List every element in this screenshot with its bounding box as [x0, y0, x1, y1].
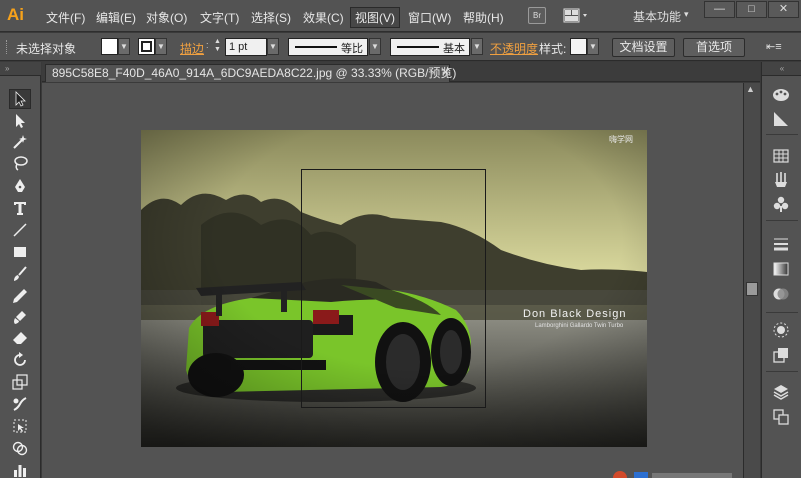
document-tab[interactable]: 895C58E8_F40D_46A0_914A_6DC9AEDA8C22.jpg…	[45, 64, 456, 82]
menu-object[interactable]: 对象(O)	[146, 9, 187, 26]
pen-tool-icon[interactable]	[9, 176, 31, 196]
brand-text: Don Black Design	[523, 308, 627, 320]
stroke-weight-dropdown[interactable]: ▼	[267, 38, 279, 55]
document-setup-button[interactable]: 文档设置	[612, 38, 675, 57]
artboard-image[interactable]: 嗨学网 Don Black Design Lamborghini Gallard…	[141, 130, 647, 447]
menu-window[interactable]: 窗口(W)	[408, 9, 451, 26]
watermark-logo	[613, 471, 732, 478]
stroke-swatch[interactable]	[138, 38, 155, 55]
eraser-tool-icon[interactable]	[9, 328, 31, 348]
maximize-button[interactable]: □	[736, 1, 767, 18]
fill-swatch[interactable]	[101, 38, 118, 55]
opacity-label[interactable]: 不透明度	[490, 40, 538, 57]
colon: :	[206, 40, 209, 50]
stroke-panel-icon[interactable]	[770, 234, 792, 254]
magic-wand-tool-icon[interactable]	[9, 132, 31, 152]
fill-dropdown[interactable]: ▼	[118, 38, 130, 55]
close-button[interactable]: ✕	[768, 1, 799, 18]
stroke-dropdown[interactable]: ▼	[155, 38, 167, 55]
canvas-area[interactable]: 嗨学网 Don Black Design Lamborghini Gallard…	[42, 83, 743, 478]
panel-menu-icon[interactable]: ⇤≡	[766, 40, 782, 53]
gradient-panel-icon[interactable]	[770, 259, 792, 279]
graphic-style-dropdown[interactable]: ▼	[587, 38, 599, 55]
stroke-weight-stepper[interactable]: ▲ ▼	[212, 38, 223, 56]
paintbrush-tool-icon[interactable]	[9, 264, 31, 284]
variable-width-profile[interactable]: 等比	[288, 38, 368, 56]
control-bar: 未选择对象 ▼ ▼ 描边 : ▲ ▼ 1 pt ▼ 等比 ▼ 基本 ▼ 不透明度 …	[0, 33, 801, 61]
scale-tool-icon[interactable]	[9, 372, 31, 392]
profile-label: 等比	[341, 43, 363, 55]
close-tab-icon[interactable]: ✕	[441, 65, 450, 81]
style-label: 样式:	[539, 42, 567, 56]
control-bar-grip[interactable]	[6, 40, 9, 54]
menu-view[interactable]: 视图(V)	[350, 7, 400, 28]
artboard-bounds[interactable]	[301, 169, 486, 408]
menu-help[interactable]: 帮助(H)	[463, 9, 504, 26]
menu-bar: Ai 文件(F) 编辑(E) 对象(O) 文字(T) 选择(S) 效果(C) 视…	[0, 0, 801, 32]
panel-dock: «	[761, 62, 801, 478]
direct-selection-tool-icon[interactable]	[9, 111, 31, 131]
selection-tool-icon[interactable]	[9, 89, 31, 109]
menu-select[interactable]: 选择(S)	[251, 9, 291, 26]
brush-definition[interactable]: 基本	[390, 38, 470, 56]
tools-panel-collapse-icon[interactable]: »	[0, 62, 41, 76]
line-segment-tool-icon[interactable]	[9, 220, 31, 240]
brand-subtext: Lamborghini Gallardo Twin Turbo	[535, 323, 624, 329]
warp-tool-icon[interactable]	[9, 394, 31, 414]
lasso-tool-icon[interactable]	[9, 153, 31, 173]
workspace-switcher[interactable]: 基本功能	[633, 8, 681, 25]
brush-dropdown[interactable]: ▼	[471, 38, 483, 55]
bottom-watermark	[612, 466, 742, 478]
appearance-panel-icon[interactable]	[770, 320, 792, 340]
chevron-down-icon: ▾	[684, 9, 689, 19]
color-guide-panel-icon[interactable]	[770, 109, 792, 129]
swatches-panel-icon[interactable]	[770, 146, 792, 166]
symbols-panel-icon[interactable]	[770, 194, 792, 214]
menu-type[interactable]: 文字(T)	[200, 9, 239, 26]
color-panel-icon[interactable]	[770, 85, 792, 105]
type-tool-icon[interactable]	[9, 198, 31, 218]
vertical-scrollbar[interactable]: ▲	[743, 83, 760, 478]
arrange-documents-button[interactable]	[563, 8, 591, 24]
selection-status: 未选择对象	[16, 42, 77, 56]
stroke-swatch-icon	[141, 41, 152, 52]
free-transform-tool-icon[interactable]	[9, 416, 31, 436]
tools-panel: »	[0, 62, 41, 478]
brush-label: 基本	[443, 43, 465, 55]
document-tab-title: 895C58E8_F40D_46A0_914A_6DC9AEDA8C22.jpg…	[52, 66, 457, 80]
menu-file[interactable]: 文件(F)	[46, 9, 85, 26]
dock-expand-icon[interactable]: «	[762, 62, 801, 76]
graph-tool-icon[interactable]	[9, 460, 31, 478]
brushes-panel-icon[interactable]	[770, 170, 792, 190]
menu-effect[interactable]: 效果(C)	[303, 9, 344, 26]
menu-edit[interactable]: 编辑(E)	[96, 9, 136, 26]
minimize-button[interactable]: —	[704, 1, 735, 18]
shape-builder-tool-icon[interactable]	[9, 438, 31, 458]
pencil-tool-icon[interactable]	[9, 286, 31, 306]
corner-watermark: 嗨学网	[609, 135, 633, 144]
preferences-button[interactable]: 首选项	[683, 38, 745, 57]
bridge-button[interactable]: Br	[528, 7, 546, 24]
artboards-panel-icon[interactable]	[770, 407, 792, 427]
blob-brush-tool-icon[interactable]	[9, 307, 31, 327]
rotate-tool-icon[interactable]	[9, 350, 31, 370]
scroll-up-icon[interactable]: ▲	[746, 84, 755, 94]
graphic-style-swatch[interactable]	[570, 38, 587, 55]
arrange-documents-icon	[563, 8, 587, 23]
layers-panel-icon[interactable]	[770, 382, 792, 402]
stroke-weight-input[interactable]: 1 pt	[225, 38, 267, 56]
graphic-styles-panel-icon[interactable]	[770, 345, 792, 365]
stroke-label[interactable]: 描边	[180, 40, 204, 57]
document-tab-bar: 895C58E8_F40D_46A0_914A_6DC9AEDA8C22.jpg…	[42, 62, 760, 82]
app-logo: Ai	[7, 5, 24, 24]
scrollbar-thumb[interactable]	[746, 282, 758, 296]
profile-dropdown[interactable]: ▼	[369, 38, 381, 55]
rectangle-tool-icon[interactable]	[9, 242, 31, 262]
transparency-panel-icon[interactable]	[770, 284, 792, 304]
